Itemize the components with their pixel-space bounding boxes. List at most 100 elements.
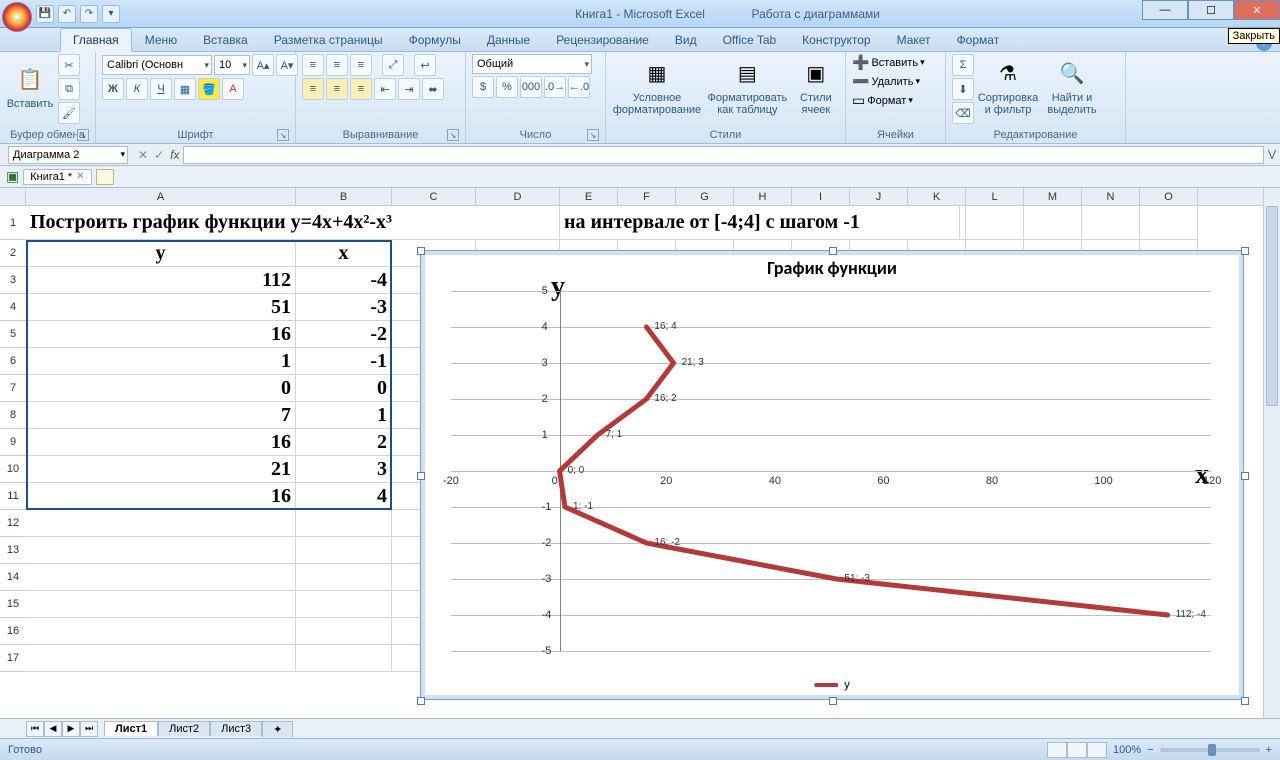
insert-cells[interactable]: Вставить: [871, 57, 918, 69]
cell-L1[interactable]: [966, 206, 1024, 240]
col-header-J[interactable]: J: [850, 188, 908, 205]
font-color[interactable]: A: [222, 78, 244, 100]
tab-review[interactable]: Рецензирование: [543, 28, 662, 51]
row-header-14[interactable]: 14: [0, 564, 26, 591]
col-header-L[interactable]: L: [966, 188, 1024, 205]
font-dialog[interactable]: ↘: [277, 129, 289, 141]
view-pagebreak[interactable]: [1087, 742, 1107, 758]
sheet-tab-1[interactable]: Лист1: [104, 721, 158, 736]
expand-formula-bar[interactable]: ⋁: [1264, 149, 1280, 160]
cell-B17[interactable]: [296, 645, 392, 672]
view-layout[interactable]: [1067, 742, 1087, 758]
cell-A12[interactable]: [26, 510, 296, 537]
cell-A8[interactable]: 7: [26, 402, 296, 429]
fill[interactable]: ⬇: [952, 78, 974, 100]
copy-button[interactable]: ⧉: [58, 78, 80, 100]
number-dialog[interactable]: ↘: [587, 129, 599, 141]
cell-B2[interactable]: x: [296, 240, 392, 267]
chart-handle[interactable]: [1241, 697, 1249, 705]
row-header-6[interactable]: 6: [0, 348, 26, 375]
tab-home[interactable]: Главная: [60, 28, 132, 52]
clipboard-dialog[interactable]: ↘: [77, 129, 89, 141]
conditional-formatting[interactable]: ▦Условное форматирование: [612, 54, 702, 120]
chart-plot-area[interactable]: -5-4-3-2-112345-2002040608010012016; 421…: [451, 291, 1211, 651]
border-button[interactable]: ▦: [174, 78, 196, 100]
paste-button[interactable]: 📋 Вставить: [6, 54, 54, 120]
name-box[interactable]: Диаграмма 2: [8, 146, 128, 164]
sheet-nav-last[interactable]: ⏭: [80, 721, 98, 737]
cell-B12[interactable]: [296, 510, 392, 537]
cell-O1[interactable]: [1140, 206, 1198, 240]
fx-label[interactable]: fx: [170, 148, 179, 162]
row-header-17[interactable]: 17: [0, 645, 26, 672]
align-bottom[interactable]: ≡: [350, 54, 372, 76]
col-header-D[interactable]: D: [476, 188, 560, 205]
alignment-dialog[interactable]: ↘: [447, 129, 459, 141]
row-header-5[interactable]: 5: [0, 321, 26, 348]
cell-B8[interactable]: 1: [296, 402, 392, 429]
indent-dec[interactable]: ⇤: [374, 78, 396, 100]
chart-object[interactable]: График функции y x -5-4-3-2-112345-20020…: [420, 250, 1244, 700]
cell-A1[interactable]: Построить график функции y=4x+4x²-x³: [26, 206, 560, 240]
cell-A3[interactable]: 112: [26, 267, 296, 294]
qat-undo[interactable]: ↶: [58, 5, 76, 23]
format-painter[interactable]: 🖌: [58, 102, 80, 124]
align-top[interactable]: ≡: [302, 54, 324, 76]
col-header-K[interactable]: K: [908, 188, 966, 205]
cell-B6[interactable]: -1: [296, 348, 392, 375]
row-header-13[interactable]: 13: [0, 537, 26, 564]
cell-B13[interactable]: [296, 537, 392, 564]
cell-B4[interactable]: -3: [296, 294, 392, 321]
wrap-text[interactable]: ↩: [414, 54, 436, 76]
bold-button[interactable]: Ж: [102, 78, 124, 100]
cell-A5[interactable]: 16: [26, 321, 296, 348]
cell-B10[interactable]: 3: [296, 456, 392, 483]
cell-M1[interactable]: [1024, 206, 1082, 240]
zoom-level[interactable]: 100%: [1113, 744, 1141, 756]
indent-inc[interactable]: ⇥: [398, 78, 420, 100]
grow-font[interactable]: A▴: [252, 54, 274, 76]
sort-filter[interactable]: ⚗Сортировка и фильтр: [978, 54, 1038, 120]
sheet-tab-2[interactable]: Лист2: [158, 721, 210, 736]
cell-B9[interactable]: 2: [296, 429, 392, 456]
clear[interactable]: ⌫: [952, 102, 974, 124]
cell-B15[interactable]: [296, 591, 392, 618]
cell-B7[interactable]: 0: [296, 375, 392, 402]
chart-handle[interactable]: [1241, 247, 1249, 255]
sheet-nav-prev[interactable]: ◀: [44, 721, 62, 737]
percent[interactable]: %: [496, 76, 518, 98]
doc-tab-active[interactable]: Книга1 *✕: [23, 169, 91, 185]
cell-A9[interactable]: 16: [26, 429, 296, 456]
cell-B3[interactable]: -4: [296, 267, 392, 294]
col-header-H[interactable]: H: [734, 188, 792, 205]
cell-A17[interactable]: [26, 645, 296, 672]
tab-design[interactable]: Конструктор: [789, 28, 883, 51]
merge-center[interactable]: ⬌: [422, 78, 444, 100]
qat-customize[interactable]: ▾: [102, 5, 120, 23]
cell-B5[interactable]: -2: [296, 321, 392, 348]
row-header-9[interactable]: 9: [0, 429, 26, 456]
row-header-1[interactable]: 1: [0, 206, 26, 240]
cell-A13[interactable]: [26, 537, 296, 564]
align-center[interactable]: ≡: [326, 78, 348, 100]
cell-A10[interactable]: 21: [26, 456, 296, 483]
shrink-font[interactable]: A▾: [276, 54, 298, 76]
row-header-7[interactable]: 7: [0, 375, 26, 402]
formula-input[interactable]: [183, 146, 1264, 164]
view-normal[interactable]: [1047, 742, 1067, 758]
cell-A15[interactable]: [26, 591, 296, 618]
tab-layout[interactable]: Макет: [884, 28, 944, 51]
currency[interactable]: $: [472, 76, 494, 98]
zoom-in[interactable]: +: [1266, 744, 1272, 756]
col-header-O[interactable]: O: [1140, 188, 1198, 205]
select-all-corner[interactable]: [0, 188, 26, 206]
col-header-B[interactable]: B: [296, 188, 392, 205]
window-close[interactable]: ✕: [1234, 0, 1280, 20]
chart-handle[interactable]: [829, 247, 837, 255]
tab-menu[interactable]: Меню: [132, 28, 190, 51]
col-header-G[interactable]: G: [676, 188, 734, 205]
chart-handle[interactable]: [829, 697, 837, 705]
row-header-10[interactable]: 10: [0, 456, 26, 483]
cut-button[interactable]: ✂: [58, 54, 80, 76]
cell-A2[interactable]: y: [26, 240, 296, 267]
